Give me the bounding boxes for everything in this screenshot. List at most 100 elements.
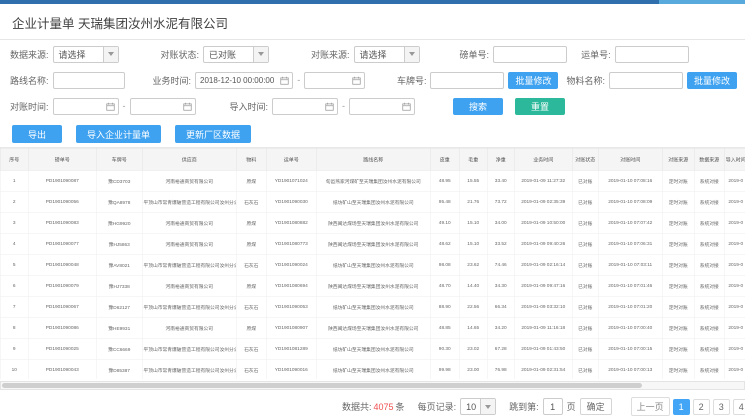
table-cell: 48.85: [430, 317, 459, 338]
table-cell: 2019-01-10 07:00:40: [598, 317, 662, 338]
import-time-end-value[interactable]: [354, 102, 399, 111]
table-cell: 陕西闽达煤场至天瑞集团汝州水泥有限公司: [316, 275, 430, 296]
table-row[interactable]: 3PD1901090083豫HG9920河南裕通商贸有限公司原煤YD190108…: [0, 212, 745, 233]
horizontal-scrollbar[interactable]: [0, 381, 745, 390]
reset-button[interactable]: 重置: [515, 98, 565, 115]
table-cell: 23.00: [459, 359, 487, 379]
table-row[interactable]: 1PD1901090087豫CD3703河南裕通商贸有限公司原煤YD190107…: [0, 170, 745, 191]
reconcile-time-end-input[interactable]: [130, 98, 196, 115]
table-cell: 2019-0: [724, 212, 745, 233]
export-button[interactable]: 导出: [12, 125, 62, 143]
table-cell: 定时对账: [662, 338, 694, 359]
business-time-end-value[interactable]: [309, 76, 349, 85]
business-time-end-input[interactable]: [304, 72, 365, 89]
material-batch-edit-button[interactable]: 批量修改: [687, 72, 737, 89]
table-cell: 15.10: [459, 233, 487, 254]
search-button[interactable]: 搜索: [453, 98, 503, 115]
table-cell: 定时对账: [662, 359, 694, 379]
jump-page-input[interactable]: [543, 398, 563, 415]
table-row[interactable]: 7PD1901090067豫D62127平顶山市常青爆破营造工程有限公司汝州分公…: [0, 296, 745, 317]
import-orders-button[interactable]: 导入企业计量单: [76, 125, 161, 143]
table-cell: 99.98: [430, 359, 459, 379]
page-button-4[interactable]: 4: [733, 399, 745, 415]
import-time-end-input[interactable]: [349, 98, 415, 115]
reconcile-status-select[interactable]: 已对账: [203, 46, 269, 63]
material-name-input[interactable]: [609, 72, 683, 89]
table-cell: 73.72: [487, 191, 514, 212]
table-cell: 原煤: [236, 212, 266, 233]
orders-table: 序号磅单号车牌号供应商物料运单号路线名称皮重毛重净重业务时间对账状态对账时间对账…: [0, 148, 745, 379]
business-time-label: 业务时间:: [153, 74, 192, 87]
jump-confirm-button[interactable]: 确定: [580, 398, 612, 415]
table-cell: 14.40: [459, 275, 487, 296]
table-cell: 15.55: [459, 170, 487, 191]
table-cell: 豫HJ5863: [96, 233, 142, 254]
table-cell: PD1901090025: [28, 338, 96, 359]
reconcile-time-start-value[interactable]: [58, 102, 103, 111]
table-cell: YD1901090053: [266, 296, 316, 317]
table-row[interactable]: 5PD1901090048豫AV8021平顶山市常青爆破营造工程有限公司汝州分公…: [0, 254, 745, 275]
table-cell: 定时对账: [662, 233, 694, 254]
table-row[interactable]: 6PD1901090079豫HJ7338河南裕通商贸有限公司原煤YD190108…: [0, 275, 745, 296]
table-row[interactable]: 10PD1901090043豫D85387平顶山市常青爆破营造工程有限公司汝州分…: [0, 359, 745, 379]
update-plant-data-button[interactable]: 更新厂区数据: [175, 125, 251, 143]
page-button-2[interactable]: 2: [693, 399, 710, 415]
per-page-select[interactable]: 10: [460, 398, 496, 415]
reconcile-source-select[interactable]: 请选择: [354, 46, 420, 63]
business-time-start-input[interactable]: [195, 72, 293, 89]
table-cell: 2019-01-09 11:27:32: [514, 170, 572, 191]
table-cell: 2: [0, 191, 28, 212]
table-cell: 10: [0, 359, 28, 379]
waybill-no-input[interactable]: [615, 46, 689, 63]
table-cell: YD1901080773: [266, 233, 316, 254]
table-cell: YD1901071024: [266, 170, 316, 191]
table-cell: PD1901090048: [28, 254, 96, 275]
table-cell: PD1901090077: [28, 233, 96, 254]
jump-unit: 页: [567, 400, 576, 413]
table-cell: 系统对接: [694, 338, 724, 359]
table-cell: 23.62: [459, 254, 487, 275]
route-name-input[interactable]: [53, 72, 125, 89]
table-cell: 48.95: [430, 170, 459, 191]
reconcile-status-label: 对账状态:: [161, 48, 200, 61]
table-cell: 豫HE9931: [96, 317, 142, 338]
plate-no-input[interactable]: [430, 72, 504, 89]
table-cell: 豫AV8021: [96, 254, 142, 275]
reconcile-time-start-input[interactable]: [53, 98, 119, 115]
table-cell: 石灰石: [236, 191, 266, 212]
table-cell: 2019-0: [724, 338, 745, 359]
table-cell: 定时对账: [662, 296, 694, 317]
table-cell: YD1901090024: [266, 254, 316, 275]
table-cell: 2019-01-09 09:40:26: [514, 233, 572, 254]
plate-batch-edit-button[interactable]: 批量修改: [508, 72, 558, 89]
table-row[interactable]: 2PD1901090056豫QA8978平顶山市常青爆破营造工程有限公司汝州分公…: [0, 191, 745, 212]
table-cell: 2019-01-10 07:00:15: [598, 338, 662, 359]
table-cell: 原煤: [236, 233, 266, 254]
prev-page-button[interactable]: 上一页: [631, 397, 670, 416]
table-cell: 河南裕通商贸有限公司: [142, 212, 236, 233]
table-cell: 已对账: [572, 359, 598, 379]
table-cell: 8: [0, 317, 28, 338]
date-range-separator: -: [297, 75, 300, 85]
material-name-label: 物料名称:: [566, 74, 605, 87]
weigh-no-input[interactable]: [493, 46, 567, 63]
total-unit: 条: [396, 400, 405, 413]
total-label: 数据共:: [342, 400, 372, 413]
table-cell: 2019-01-10 07:00:13: [598, 359, 662, 379]
table-row[interactable]: 9PD1901090025豫CC6669平顶山市常青爆破营造工程有限公司汝州分公…: [0, 338, 745, 359]
data-source-select[interactable]: 请选择: [53, 46, 119, 63]
import-time-start-input[interactable]: [272, 98, 338, 115]
table-cell: 2019-0: [724, 359, 745, 379]
table-cell: 34.00: [487, 212, 514, 233]
business-time-start-value[interactable]: [200, 76, 277, 85]
page-button-1[interactable]: 1: [673, 399, 690, 415]
column-header: 磅单号: [28, 148, 96, 170]
page-button-3[interactable]: 3: [713, 399, 730, 415]
column-header: 路线名称: [316, 148, 430, 170]
table-row[interactable]: 4PD1901090077豫HJ5863河南裕通商贸有限公司原煤YD190108…: [0, 233, 745, 254]
scrollbar-thumb[interactable]: [2, 383, 642, 388]
reconcile-time-end-value[interactable]: [135, 102, 180, 111]
import-time-start-value[interactable]: [277, 102, 322, 111]
table-cell: 2019-0: [724, 254, 745, 275]
table-row[interactable]: 8PD1901090086豫HE9931河南裕通商贸有限公司原煤YD190108…: [0, 317, 745, 338]
